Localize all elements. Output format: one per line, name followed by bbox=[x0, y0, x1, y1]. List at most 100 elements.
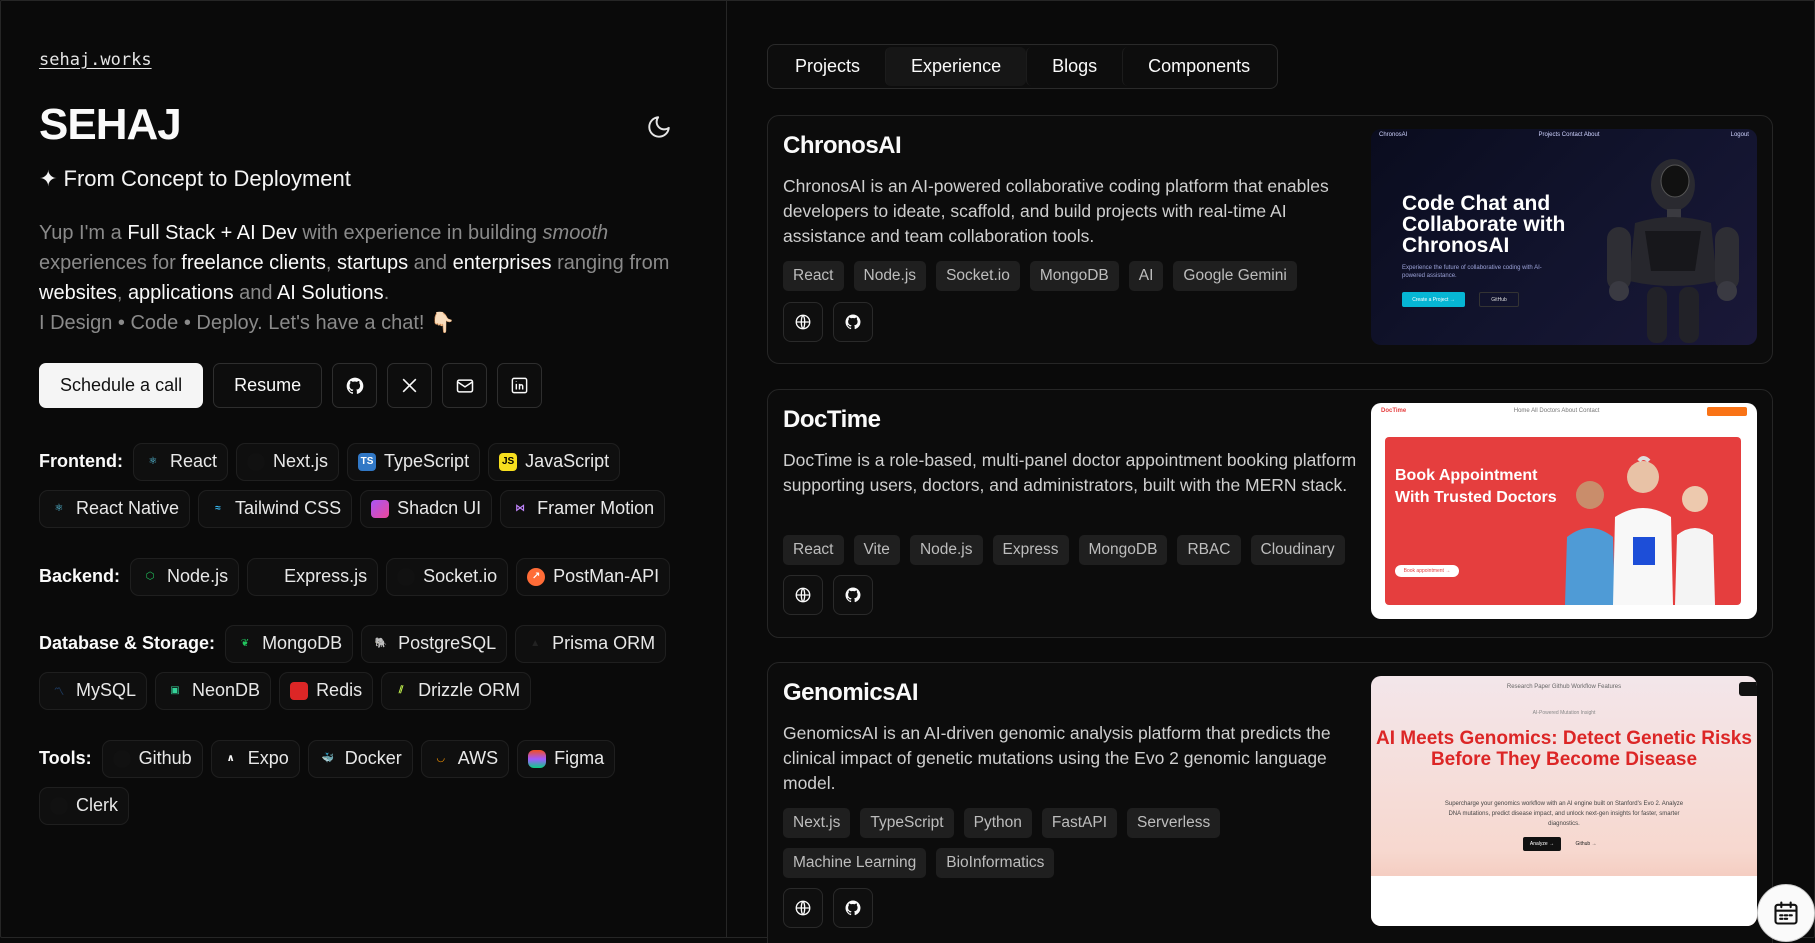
chip-socketio: Socket.io bbox=[386, 557, 509, 596]
project-tags: React Node.js Socket.io MongoDB AI Googl… bbox=[783, 261, 1363, 291]
project-links bbox=[783, 302, 873, 342]
email-button[interactable] bbox=[442, 363, 488, 408]
robot-illustration bbox=[1607, 159, 1739, 343]
site-link[interactable]: sehaj.works bbox=[39, 50, 152, 70]
clerk-icon bbox=[50, 796, 68, 815]
javascript-icon: JS bbox=[499, 452, 518, 471]
preview-nav: ChronosAI Projects Contact About Logout bbox=[1379, 132, 1749, 138]
project-preview-image[interactable]: DocTime Home All Doctors About Contact B… bbox=[1371, 403, 1757, 619]
project-tags: Next.js TypeScript Python FastAPI Server… bbox=[783, 808, 1363, 878]
preview-cta: Create a Project → bbox=[1402, 292, 1465, 307]
socketio-icon bbox=[397, 567, 416, 586]
tab-components[interactable]: Components bbox=[1122, 47, 1275, 86]
x-button[interactable] bbox=[387, 363, 433, 408]
preview-cta-secondary: GitHub bbox=[1479, 292, 1519, 307]
tagline: ✦ From Concept to Deployment bbox=[39, 166, 351, 191]
skills-frontend-label: Frontend: bbox=[39, 451, 123, 471]
figma-icon bbox=[528, 749, 547, 768]
website-link-button[interactable] bbox=[783, 302, 823, 342]
mongodb-icon: ❦ bbox=[240, 638, 250, 649]
x-icon bbox=[402, 378, 417, 393]
tag: Cloudinary bbox=[1250, 535, 1345, 565]
tab-blogs[interactable]: Blogs bbox=[1026, 47, 1122, 86]
tailwind-icon: ≈ bbox=[215, 503, 221, 514]
tag: Node.js bbox=[909, 535, 983, 565]
project-description: DocTime is a role-based, multi-panel doc… bbox=[783, 450, 1357, 495]
preview-subtext: Supercharge your genomics workflow with … bbox=[1444, 801, 1684, 827]
drizzle-icon: ⫽ bbox=[398, 685, 404, 696]
skills-backend-label: Backend: bbox=[39, 566, 121, 586]
website-link-button[interactable] bbox=[783, 888, 823, 928]
tab-experience[interactable]: Experience bbox=[885, 47, 1027, 86]
tab-projects[interactable]: Projects bbox=[770, 47, 885, 86]
chip-neondb: ▣ NeonDB bbox=[155, 671, 272, 710]
mysql-icon: 〽 bbox=[54, 687, 64, 698]
chip-mysql: 〽 MySQL bbox=[39, 671, 148, 710]
project-title: DocTime bbox=[783, 406, 881, 433]
chip-javascript: JS JavaScript bbox=[488, 442, 621, 481]
preview-badge: AI-Powered Mutation Insight bbox=[1532, 710, 1596, 716]
project-preview-image[interactable]: Research Paper Github Workflow Features … bbox=[1371, 676, 1757, 926]
github-link-button[interactable] bbox=[833, 575, 873, 615]
docker-icon: 🐳 bbox=[321, 753, 334, 764]
globe-icon bbox=[795, 587, 811, 603]
github-link-button[interactable] bbox=[833, 888, 873, 928]
postgresql-icon: 🐘 bbox=[374, 638, 388, 649]
chip-postman: ↗ PostMan-API bbox=[516, 557, 671, 596]
schedule-call-button[interactable]: Schedule a call bbox=[39, 363, 204, 408]
tag: MongoDB bbox=[1078, 535, 1168, 565]
tag: Next.js bbox=[783, 808, 851, 838]
preview-cta-secondary: Github → bbox=[1575, 841, 1597, 847]
calendar-button[interactable] bbox=[1757, 884, 1815, 942]
chip-react: ⚛ React bbox=[132, 442, 229, 481]
preview-cta: Analyze → bbox=[1523, 837, 1561, 851]
github-link-button[interactable] bbox=[833, 302, 873, 342]
tag: TypeScript bbox=[860, 808, 954, 838]
globe-icon bbox=[795, 314, 811, 330]
website-link-button[interactable] bbox=[783, 575, 823, 615]
project-preview-image[interactable]: ChronosAI Projects Contact About Logout … bbox=[1371, 129, 1757, 345]
project-description: ChronosAI is an AI-powered collaborative… bbox=[783, 176, 1329, 246]
express-icon bbox=[258, 568, 276, 586]
project-description: GenomicsAI is an AI-driven genomic analy… bbox=[783, 723, 1331, 793]
github-icon bbox=[845, 900, 861, 916]
chip-react-native: ⚛ React Native bbox=[39, 489, 191, 528]
preview-nav: Research Paper Github Workflow Features bbox=[1506, 684, 1622, 690]
intro-text: Yup I'm a Full Stack + AI Dev with exper… bbox=[39, 222, 670, 334]
skills-tools-label: Tools: bbox=[39, 748, 92, 768]
profile-name: SEHAJ bbox=[39, 100, 182, 149]
tag: Node.js bbox=[853, 261, 927, 291]
react-icon: ⚛ bbox=[148, 456, 158, 467]
action-bar: Schedule a call Resume bbox=[39, 363, 543, 408]
tag: AI bbox=[1128, 261, 1164, 291]
github-icon bbox=[112, 749, 131, 768]
chip-github: Github bbox=[101, 739, 203, 778]
tag: Serverless bbox=[1127, 808, 1221, 838]
preview-corner-button bbox=[1739, 682, 1757, 696]
tag: Machine Learning bbox=[783, 848, 927, 878]
tag: RBAC bbox=[1177, 535, 1241, 565]
intro-cta-line: I Design • Code • Deploy. Let's have a c… bbox=[39, 312, 455, 334]
project-card-genomicsai: GenomicsAI GenomicsAI is an AI-driven ge… bbox=[767, 662, 1773, 943]
chip-nextjs: Next.js bbox=[236, 442, 340, 481]
chip-redis: Redis bbox=[279, 671, 374, 710]
skills-tools: Tools: Github ∧ Expo 🐳 Docker ◡ AWS Figma C… bbox=[39, 735, 699, 829]
chip-expo: ∧ Expo bbox=[210, 739, 300, 778]
chip-shadcn: Shadcn UI bbox=[360, 489, 493, 528]
project-title: GenomicsAI bbox=[783, 679, 919, 706]
nextjs-icon bbox=[247, 452, 266, 471]
linkedin-button[interactable] bbox=[497, 363, 543, 408]
prisma-icon: ▲ bbox=[530, 638, 541, 649]
shadcn-icon bbox=[371, 499, 390, 518]
chip-drizzle: ⫽ Drizzle ORM bbox=[381, 671, 532, 710]
preview-bottom-strip bbox=[1371, 876, 1757, 926]
mail-icon bbox=[456, 378, 473, 393]
github-icon bbox=[845, 587, 861, 603]
moon-icon[interactable] bbox=[646, 114, 672, 140]
preview-headline: AI Meets Genomics: Detect Genetic Risks … bbox=[1376, 728, 1752, 770]
github-button[interactable] bbox=[332, 363, 378, 408]
tag: FastAPI bbox=[1041, 808, 1118, 838]
preview-headline: Code Chat and Collaborate with ChronosAI bbox=[1402, 192, 1566, 257]
chip-expressjs: Express.js bbox=[247, 557, 379, 596]
resume-button[interactable]: Resume bbox=[213, 363, 323, 408]
